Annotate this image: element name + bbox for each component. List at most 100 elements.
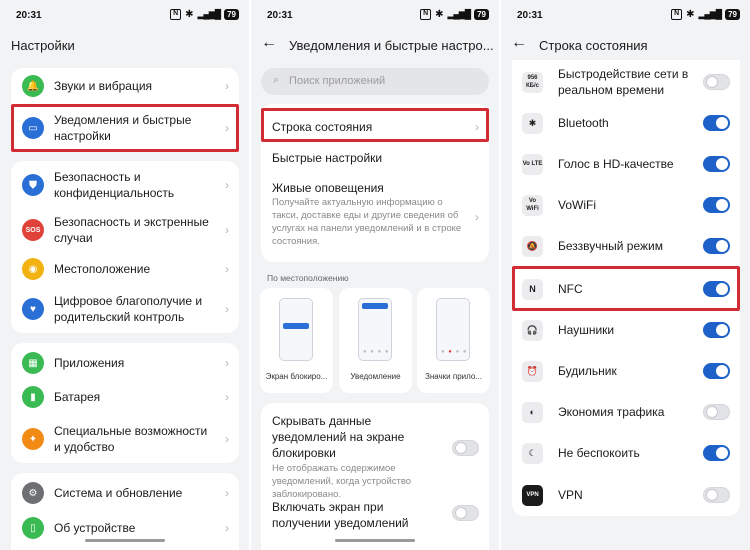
chevron-right-icon: › [225,178,229,192]
hide-content-title: Скрывать данные уведомлений на экране бл… [272,414,405,460]
volte-toggle[interactable] [703,156,730,172]
bluetooth-status-icon: ✱ [686,9,695,20]
settings-item-system[interactable]: ⚙ Система и обновление › [11,477,239,509]
wake-screen-title: Включать экран при получении уведомлений [272,500,409,530]
shield-icon: ⛊ [22,174,44,196]
status-bar-settings-screen: 20:31 N ✱ ▂▄▆█ 79 ← Строка состояния 956… [501,0,750,550]
settings-item-emergency[interactable]: SOS Безопасность и экстренные случаи › [11,212,239,248]
wake-screen-toggle[interactable] [452,505,479,521]
bell-icon: 🔔 [22,75,44,97]
silent-toggle[interactable] [703,238,730,254]
lock-screen-preview [279,298,313,361]
search-placeholder: Поиск приложений [289,75,386,87]
vowifi-icon: Vo WiFi [522,194,543,216]
wellbeing-icon: ♥ [22,298,44,320]
notification-preview: ● ● ● ● [358,298,392,361]
settings-screen: 20:31 N ✱ ▂▄▆█ 79 Настройки 🔔 Звуки и ви… [0,0,249,550]
signal-icon: ▂▄▆█ [447,9,471,19]
toggle-row-silent: 🔕 Беззвучный режим [512,230,740,262]
search-input[interactable]: ⌕ Поиск приложений [261,68,489,95]
back-arrow-icon[interactable]: ← [261,34,277,52]
toggle-row-vpn: VPN VPN [512,479,740,511]
alarm-toggle[interactable] [703,363,730,379]
quick-settings-label: Быстрые настройки [272,151,383,165]
style-app-badges[interactable]: ● ● ● ● Значки прило... [417,288,490,393]
toggle-row-volte: Vo LTE Голос в HD-качестве [512,148,740,180]
settings-item-label: Система и обновление [54,486,183,500]
status-bar: 20:31 N ✱ ▂▄▆█ 79 [251,8,499,24]
vpn-icon: VPN [522,484,543,506]
settings-group-2: ⛊ Безопасность и конфиденциальность › SO… [11,161,239,333]
gesture-bar[interactable] [335,539,415,542]
settings-item-battery[interactable]: ▮ Батарея › [11,381,239,413]
toggle-row-data-saver: ◐ Экономия трафика [512,396,740,428]
toggle-row-vowifi: Vo WiFi VoWiFi [512,189,740,221]
gear-icon: ⚙ [22,482,44,504]
style-lock-screen[interactable]: Экран блокиро... [260,288,333,393]
gesture-bar[interactable] [85,539,165,542]
toggle-row-label: Будильник [558,364,617,378]
settings-item-label: Безопасность и конфиденциальность [54,170,175,200]
vpn-toggle[interactable] [703,487,730,503]
style-notification[interactable]: ● ● ● ● Уведомление [339,288,412,393]
style-caption: Экран блокиро... [265,372,328,381]
chevron-right-icon: › [225,79,229,93]
settings-item-label: Безопасность и экстренные случаи [54,215,209,245]
battery-status-icon: 79 [725,9,740,20]
network-speed-toggle[interactable] [703,74,730,90]
battery-status-icon: 79 [224,9,239,20]
highlight-box [261,108,489,142]
privacy-settings-card: Скрывать данные уведомлений на экране бл… [261,403,489,550]
back-arrow-icon[interactable]: ← [511,34,527,52]
settings-item-wellbeing[interactable]: ♥ Цифровое благополучие и родительский к… [11,289,239,329]
style-caption: Уведомление [350,372,401,381]
status-bar: 20:31 N ✱ ▂▄▆█ 79 [0,8,249,24]
page-title: Настройки [11,38,75,53]
settings-item-location[interactable]: ◉ Местоположение › [11,253,239,285]
style-caption: Значки прило... [424,372,482,381]
vowifi-toggle[interactable] [703,197,730,213]
chevron-right-icon: › [225,486,229,500]
settings-item-accessibility[interactable]: ✦ Специальные возможности и удобство › [11,419,239,459]
settings-item-security[interactable]: ⛊ Безопасность и конфиденциальность › [11,167,239,203]
chevron-right-icon: › [475,210,479,224]
toggle-row-label: Не беспокоить [558,446,640,460]
bluetooth-toggle[interactable] [703,115,730,131]
toggle-row-label: Экономия трафика [558,405,665,419]
dnd-icon: ☾ [522,442,543,464]
toggle-row-label: Bluetooth [558,116,609,130]
headphones-toggle[interactable] [703,322,730,338]
battery-status-icon: 79 [474,9,489,20]
data-saver-toggle[interactable] [703,404,730,420]
settings-item-label: Об устройстве [54,521,136,535]
toggle-row-label: Быстродействие сети в реальном времени [558,67,689,97]
settings-item-sounds[interactable]: 🔔 Звуки и вибрация › [11,68,239,104]
location-icon: ◉ [22,258,44,280]
chevron-right-icon: › [225,390,229,404]
live-alerts-title: Живые оповещения [272,181,384,195]
device-icon: ▯ [22,517,44,539]
dnd-toggle[interactable] [703,445,730,461]
toggle-row-network-speed: 956 КБ/с Быстродействие сети в реальном … [512,64,740,100]
headphones-icon: 🎧 [522,319,543,341]
toggle-row-label: Беззвучный режим [558,239,663,253]
live-alerts-description: Получайте актуальную информацию о такси,… [272,197,462,247]
hide-content-toggle[interactable] [452,440,479,456]
highlight-box [11,104,239,152]
settings-item-label: Звуки и вибрация [54,79,153,93]
app-badges-preview: ● ● ● ● [436,298,470,361]
notifications-screen: 20:31 N ✱ ▂▄▆█ 79 ← Уведомления и быстры… [251,0,499,550]
bluetooth-icon: ✱ [522,112,543,134]
quick-settings-item[interactable]: Быстрые настройки [261,146,489,170]
chevron-right-icon: › [225,356,229,370]
network-speed-icon: 956 КБ/с [522,71,543,93]
chevron-right-icon: › [225,302,229,316]
settings-group-3: ▦ Приложения › ▮ Батарея › ✦ Специальные… [11,343,239,463]
search-icon: ⌕ [273,74,280,86]
signal-icon: ▂▄▆█ [698,9,722,19]
signal-icon: ▂▄▆█ [197,9,221,19]
apps-icon: ▦ [22,352,44,374]
settings-item-apps[interactable]: ▦ Приложения › [11,347,239,379]
status-bar: 20:31 N ✱ ▂▄▆█ 79 [501,8,750,24]
live-alerts-item[interactable]: Живые оповещения Получайте актуальную ин… [261,176,489,256]
